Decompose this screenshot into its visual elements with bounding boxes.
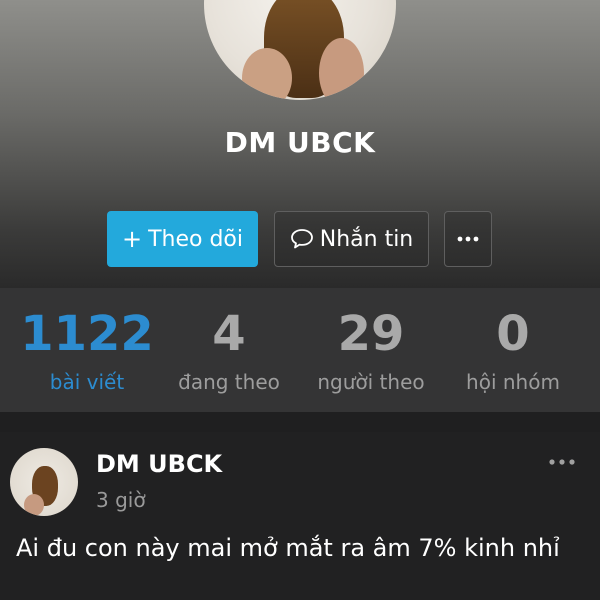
profile-avatar[interactable] (204, 0, 396, 100)
post-author-name[interactable]: DM UBCK (96, 450, 222, 478)
post-card: DM UBCK 3 giờ Ai đu con này mai mở mắt r… (0, 432, 600, 600)
profile-stats: 1122 bài viết 4 đang theo 29 người theo … (0, 288, 600, 412)
avatar-photo-hand-left (242, 48, 292, 100)
stat-following-count: 4 (212, 306, 246, 362)
post-author-avatar[interactable] (10, 448, 78, 516)
avatar-photo-hand (24, 494, 44, 516)
stat-groups-label: hội nhóm (466, 370, 560, 394)
message-button-label: Nhắn tin (319, 226, 414, 252)
plus-icon: + (121, 225, 143, 253)
stat-posts-label: bài viết (49, 370, 125, 394)
more-options-button[interactable] (444, 211, 492, 267)
stat-posts-count: 1122 (20, 306, 154, 362)
message-button[interactable]: Nhắn tin (274, 211, 429, 267)
stat-following-label: đang theo (178, 370, 280, 394)
stat-followers-count: 29 (337, 306, 405, 362)
follow-button[interactable]: + Theo dõi (107, 211, 258, 267)
post-content: Ai đu con này mai mở mắt ra âm 7% kinh n… (16, 534, 560, 562)
follow-button-label: Theo dõi (148, 226, 244, 252)
post-timestamp: 3 giờ (96, 488, 146, 512)
stat-followers-label: người theo (317, 370, 425, 394)
ellipsis-icon (549, 459, 575, 465)
avatar-photo-hand-right (319, 38, 364, 100)
stat-groups-count: 0 (496, 306, 530, 362)
speech-bubble-icon (290, 229, 313, 249)
post-options-button[interactable] (544, 452, 580, 472)
ellipsis-icon (457, 236, 479, 242)
profile-name: DM UBCK (224, 126, 376, 159)
profile-header: DM UBCK + Theo dõi Nhắn tin (0, 0, 600, 288)
